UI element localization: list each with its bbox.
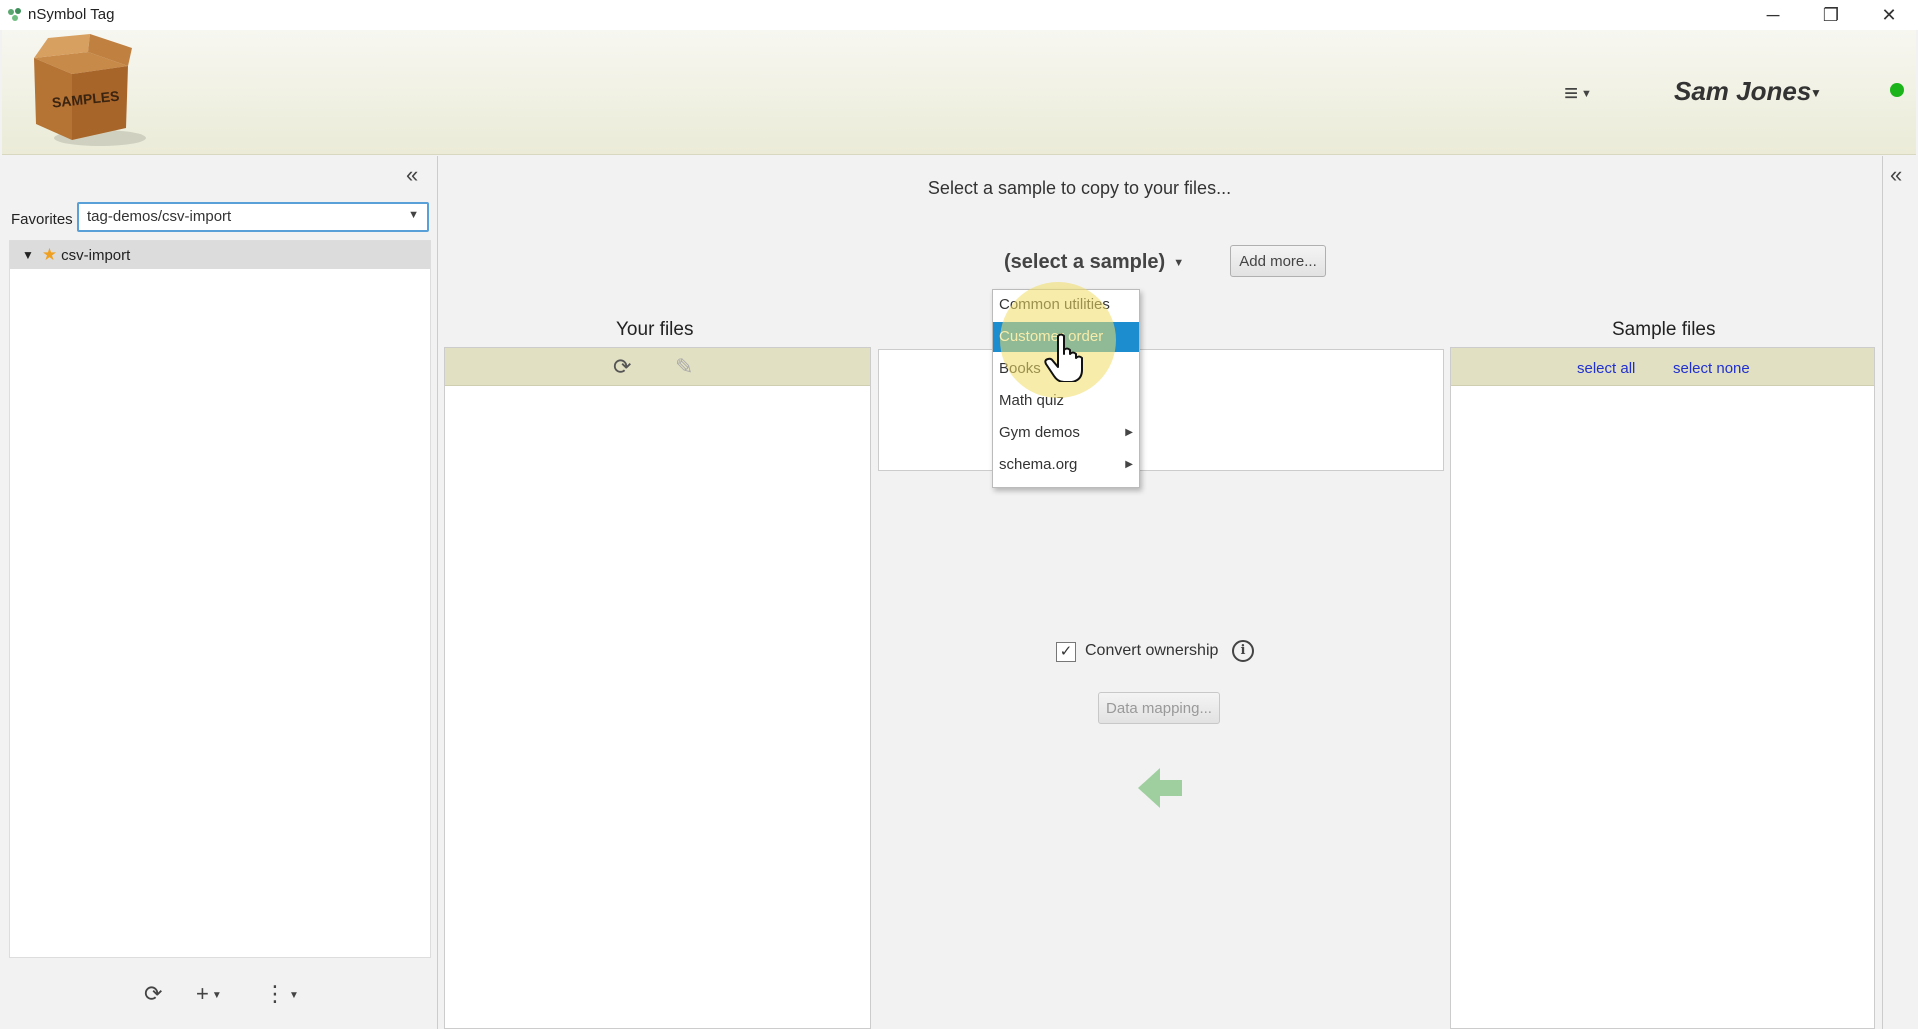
- hamburger-icon: ≡: [1564, 80, 1579, 107]
- restore-button[interactable]: ❐: [1802, 0, 1860, 30]
- title-bar: nSymbol Tag ─ ❐ ✕: [0, 0, 1918, 30]
- sample-select-label: (select a sample): [1004, 251, 1166, 273]
- caret-down-icon: ▼: [1173, 256, 1185, 269]
- more-options-button[interactable]: ⋮ ▼: [264, 981, 299, 1007]
- your-files-title: Your files: [616, 319, 694, 340]
- menu-item-schema-org[interactable]: schema.org ▶: [993, 450, 1139, 480]
- samples-box-logo: SAMPLES: [34, 34, 146, 146]
- menu-item-label: Gym demos: [999, 424, 1080, 441]
- sample-files-title: Sample files: [1612, 319, 1716, 340]
- tree-item-label: csv-import: [61, 246, 131, 264]
- sample-files-toolbar: select all select none: [1451, 348, 1874, 386]
- collapse-right-panel-icon[interactable]: «: [1890, 162, 1902, 188]
- project-tree: ▼ ★ csv-import: [9, 240, 431, 958]
- menu-item-books[interactable]: Books: [993, 354, 1139, 384]
- window-title: nSymbol Tag: [28, 6, 115, 23]
- data-mapping-button[interactable]: Data mapping...: [1098, 692, 1220, 724]
- menu-item-customer-order[interactable]: Customer order: [993, 322, 1139, 352]
- favorites-select[interactable]: tag-demos/csv-import ▼: [77, 202, 429, 232]
- caret-down-icon: ▼: [1581, 88, 1592, 100]
- main-menu-button[interactable]: ≡ ▼: [1564, 80, 1592, 108]
- vertical-ellipsis-icon: ⋮: [264, 981, 286, 1006]
- convert-ownership-label[interactable]: Convert ownership: [1085, 642, 1218, 660]
- favorites-select-value: tag-demos/csv-import: [87, 208, 232, 225]
- arrow-body: [1158, 780, 1182, 796]
- refresh-icon[interactable]: ⟳: [613, 354, 631, 380]
- collapse-left-panel-icon[interactable]: «: [406, 162, 418, 188]
- select-none-link[interactable]: select none: [1673, 360, 1750, 377]
- submenu-arrow-icon: ▶: [1125, 427, 1133, 438]
- your-files-toolbar: ⟳ ✎: [445, 348, 870, 386]
- expand-triangle-icon[interactable]: ▼: [22, 248, 34, 262]
- app-icon: [8, 8, 21, 21]
- your-files-pane: ⟳ ✎: [444, 347, 871, 1029]
- add-menu-button[interactable]: + ▼: [196, 981, 222, 1007]
- mapping-preview-box: [878, 349, 1444, 471]
- user-menu-caret-icon[interactable]: ▼: [1810, 86, 1822, 100]
- select-all-link[interactable]: select all: [1577, 360, 1635, 377]
- user-name[interactable]: Sam Jones: [1674, 76, 1811, 107]
- menu-item-label: schema.org: [999, 456, 1078, 473]
- app-header: SAMPLES ≡ ▼ Sam Jones ▼: [2, 30, 1916, 155]
- menu-item-label: Books: [999, 360, 1041, 377]
- status-indicator: [1890, 83, 1904, 97]
- left-panel: « Favorites tag-demos/csv-import ▼ ▼ ★ c…: [2, 156, 438, 1029]
- dropdown-arrow-icon: ▼: [408, 209, 419, 221]
- minimize-button[interactable]: ─: [1744, 0, 1802, 30]
- pencil-icon[interactable]: ✎: [675, 354, 693, 380]
- refresh-icon[interactable]: ⟳: [144, 981, 162, 1007]
- arrow-head: [1138, 768, 1160, 808]
- menu-item-math-quiz[interactable]: Math quiz: [993, 386, 1139, 416]
- main-area: Select a sample to copy to your files...…: [442, 156, 1882, 1029]
- instruction-text: Select a sample to copy to your files...: [927, 178, 1232, 198]
- menu-item-common-utilities[interactable]: Common utilities: [993, 290, 1139, 320]
- menu-item-label: Customer order: [999, 328, 1104, 345]
- plus-icon: +: [196, 981, 209, 1006]
- sample-select[interactable]: (select a sample) ▼: [1004, 251, 1184, 274]
- convert-ownership-checkbox[interactable]: ✓: [1056, 642, 1076, 662]
- menu-item-label: Common utilities: [999, 296, 1110, 313]
- sample-dropdown-menu: Common utilities Customer order Books Ma…: [992, 289, 1140, 488]
- submenu-arrow-icon: ▶: [1125, 459, 1133, 470]
- caret-down-icon: ▼: [289, 989, 299, 1001]
- sample-files-pane: select all select none: [1450, 347, 1875, 1029]
- star-icon: ★: [41, 245, 58, 264]
- add-more-button[interactable]: Add more...: [1230, 245, 1326, 277]
- tree-item[interactable]: ▼ ★ csv-import: [10, 241, 430, 269]
- favorites-label: Favorites: [11, 211, 73, 228]
- left-panel-toolbar: ⟳ + ▼ ⋮ ▼: [2, 971, 438, 1026]
- caret-down-icon: ▼: [211, 989, 222, 1001]
- info-icon[interactable]: i: [1232, 640, 1254, 662]
- close-button[interactable]: ✕: [1860, 0, 1918, 30]
- right-panel-strip: «: [1882, 156, 1918, 1029]
- menu-item-gym-demos[interactable]: Gym demos ▶: [993, 418, 1139, 448]
- menu-item-label: Math quiz: [999, 392, 1065, 409]
